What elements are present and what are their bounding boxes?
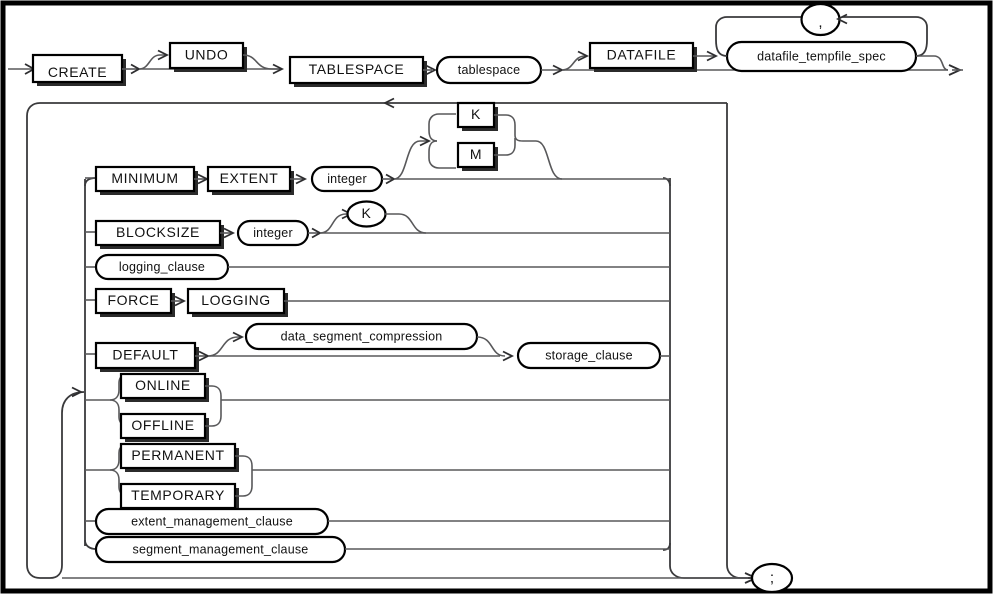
- datafile-label: DATAFILE: [607, 47, 677, 63]
- tablespace-nonterminal-label: tablespace: [458, 63, 520, 77]
- logging-label: LOGGING: [201, 292, 271, 308]
- unit-k-branch-out: [494, 114, 524, 142]
- datafile-tempfile-spec-label: datafile_tempfile_spec: [757, 49, 886, 63]
- merge-to-bottom-line: [669, 549, 754, 579]
- online-label: ONLINE: [135, 377, 191, 393]
- semicolon-terminal-label: ;: [770, 569, 774, 586]
- bus-bottom-cap: [84, 539, 97, 550]
- unit-m-branch-in: [428, 140, 456, 169]
- integer-min-label: integer: [327, 172, 367, 186]
- force-label: FORCE: [108, 292, 160, 308]
- unit-k-label: K: [471, 106, 481, 122]
- dsc-branch-out: [476, 336, 506, 357]
- segment-management-clause-label: segment_management_clause: [133, 542, 309, 556]
- storage-clause-label: storage_clause: [545, 348, 633, 362]
- logging-clause-label: logging_clause: [119, 260, 205, 274]
- temporary-label: TEMPORARY: [131, 487, 225, 503]
- comma-terminal-label: ,: [818, 14, 822, 31]
- extent-management-clause-label: extent_management_clause: [131, 514, 293, 528]
- default-label: DEFAULT: [112, 347, 178, 363]
- blocksize-k-label: K: [362, 205, 372, 221]
- integer-bs-label: integer: [253, 226, 293, 240]
- undo-branch-out: [242, 54, 281, 70]
- blocksize-label: BLOCKSIZE: [116, 224, 200, 240]
- unit-group-exit: [523, 140, 563, 180]
- minimum-label: MINIMUM: [111, 170, 178, 186]
- offline-label: OFFLINE: [131, 417, 194, 433]
- unit-branch-in: [393, 140, 428, 180]
- tablespace-kw-label: TABLESPACE: [309, 61, 405, 77]
- extent-label: EXTENT: [220, 170, 279, 186]
- syntax-diagram-canvas: CREATE UNDO TABLESPACE tablespace DATAFI…: [0, 0, 993, 594]
- outer-loop-right-vertical: [726, 103, 754, 579]
- unit-m-label: M: [470, 146, 482, 162]
- permanent-label: PERMANENT: [131, 447, 224, 463]
- bus-top-cap: [84, 177, 97, 187]
- railroad-diagram: CREATE UNDO TABLESPACE tablespace DATAFI…: [0, 0, 993, 594]
- data-segment-compression-label: data_segment_compression: [281, 329, 443, 343]
- bs-unit-branch-out: [385, 213, 427, 234]
- undo-label: UNDO: [185, 47, 229, 63]
- datafile-group-exit: [916, 55, 949, 71]
- unit-k-branch-in: [428, 113, 456, 142]
- create-label: CREATE: [48, 64, 107, 80]
